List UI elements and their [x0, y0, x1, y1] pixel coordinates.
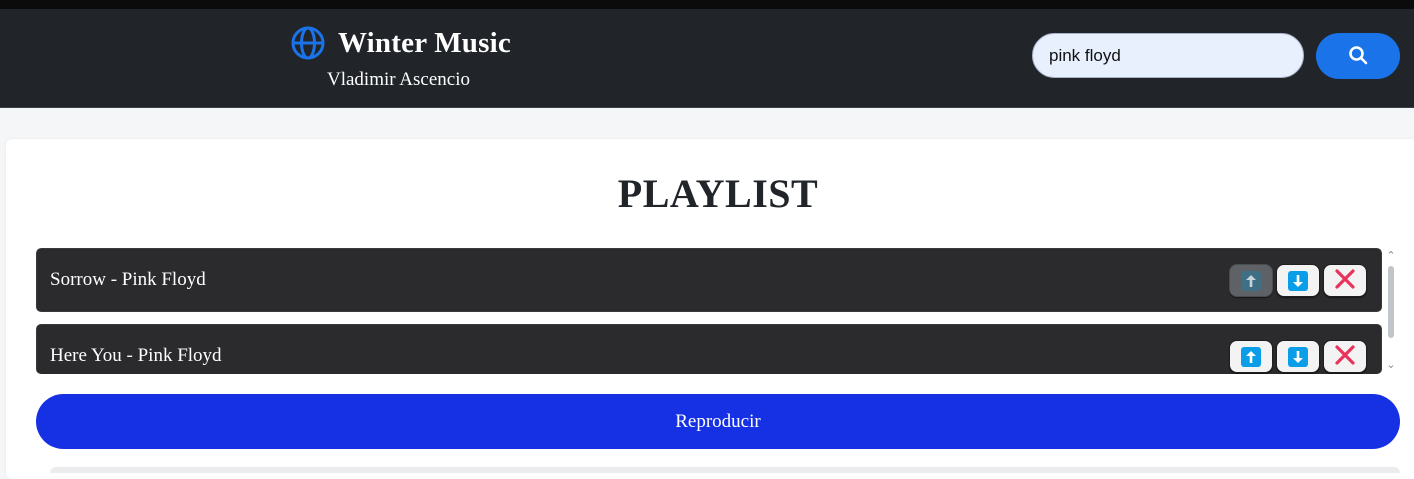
app-subtitle: Vladimir Ascencio	[327, 69, 470, 90]
remove-track-button[interactable]	[1323, 340, 1367, 373]
playlist-title: PLAYLIST	[617, 171, 819, 216]
play-button[interactable]: Reproducir	[36, 394, 1400, 449]
scroll-down-arrow-icon[interactable]: ⌄	[1385, 359, 1397, 370]
close-icon	[1334, 268, 1356, 293]
move-up-button[interactable]	[1229, 264, 1273, 297]
move-up-button[interactable]	[1229, 340, 1273, 373]
playlist-item[interactable]: Here You - Pink Floyd	[36, 324, 1382, 374]
track-controls	[1229, 340, 1367, 373]
arrow-up-icon	[1241, 346, 1261, 367]
track-label: Sorrow - Pink Floyd	[50, 269, 206, 290]
brand: Winter Music Vladimir Ascencio	[290, 23, 530, 90]
scroll-up-arrow-icon[interactable]: ⌃	[1385, 250, 1397, 261]
move-down-button[interactable]	[1276, 264, 1320, 297]
window-top-strip	[0, 0, 1414, 9]
app-title: Winter Music	[338, 26, 511, 59]
remove-track-button[interactable]	[1323, 264, 1367, 297]
scrollbar-thumb[interactable]	[1388, 266, 1394, 338]
playlist-list[interactable]: Sorrow - Pink Floyd Here You - Pink Floy…	[36, 248, 1382, 374]
playlist-item[interactable]: Sorrow - Pink Floyd	[36, 248, 1382, 312]
search-button[interactable]	[1316, 33, 1400, 79]
app-header: Winter Music Vladimir Ascencio	[0, 9, 1414, 108]
move-down-button[interactable]	[1276, 340, 1320, 373]
playlist-scrollbar[interactable]: ⌃ ⌄	[1382, 248, 1400, 374]
search-input[interactable]	[1032, 33, 1304, 78]
next-section-edge	[50, 467, 1400, 473]
globe-icon	[290, 25, 326, 61]
close-icon	[1334, 344, 1356, 369]
search-icon	[1348, 45, 1368, 68]
arrow-down-icon	[1288, 270, 1308, 291]
arrow-up-icon	[1241, 270, 1261, 291]
track-label: Here You - Pink Floyd	[50, 345, 222, 366]
track-controls	[1229, 264, 1367, 297]
arrow-down-icon	[1288, 346, 1308, 367]
